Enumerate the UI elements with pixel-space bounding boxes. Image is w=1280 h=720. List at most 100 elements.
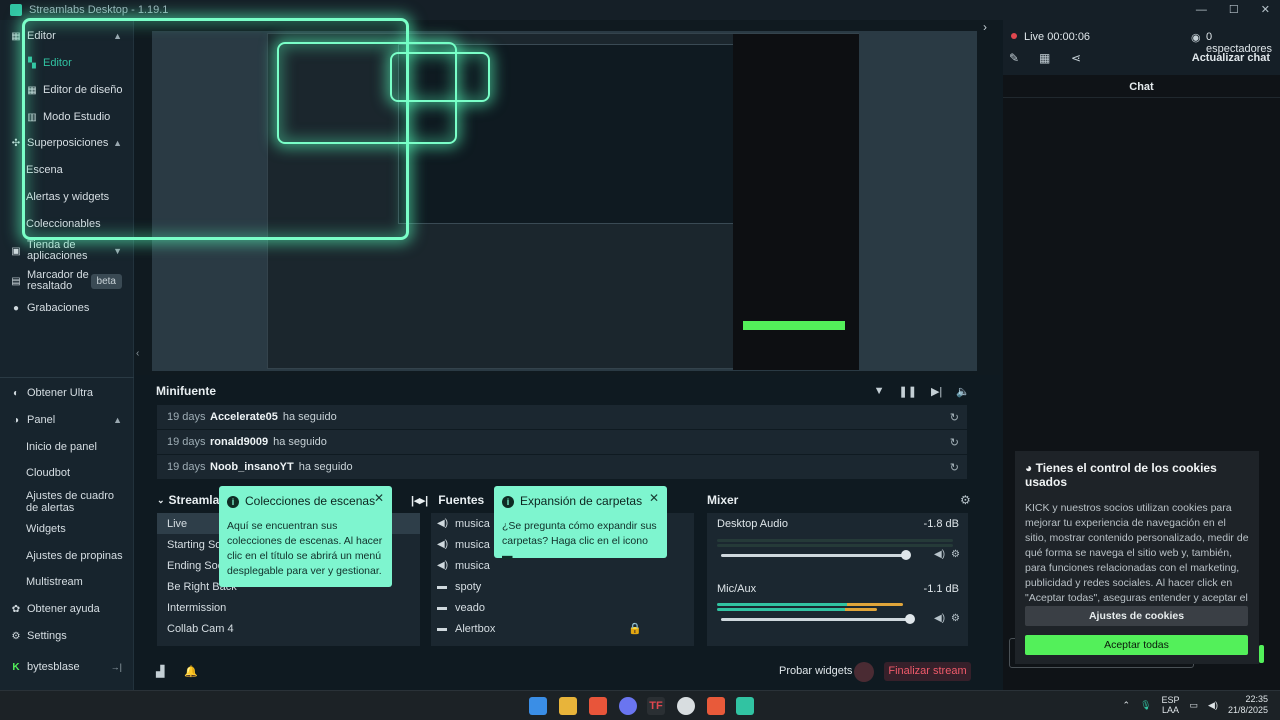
sidebar-item-studio-mode[interactable]: ▥ Modo Estudio bbox=[0, 111, 134, 123]
discord-icon[interactable] bbox=[619, 697, 637, 715]
clock[interactable]: 22:35 21/8/2025 bbox=[1228, 694, 1268, 716]
skip-icon[interactable]: ▶| bbox=[931, 385, 942, 398]
filter-icon[interactable]: ▼ bbox=[874, 385, 885, 398]
sidebar-user[interactable]: K bytesblase →| bbox=[0, 661, 134, 673]
sidebar-item-label: Multistream bbox=[26, 576, 83, 588]
sidebar-item-scene[interactable]: Escena bbox=[0, 164, 134, 176]
list-item[interactable]: ▬ Alertbox 🔒 bbox=[431, 618, 694, 639]
maximize-icon[interactable]: ☐ bbox=[1229, 0, 1239, 20]
slider-handle[interactable] bbox=[901, 550, 911, 560]
speaker-icon: ◀) bbox=[437, 560, 449, 571]
chevron-down-icon: ▼ bbox=[113, 246, 122, 256]
speaker-icon[interactable]: ◀) bbox=[934, 549, 945, 560]
collapse-left-icon[interactable]: ‹ bbox=[136, 348, 139, 359]
event-action: ha seguido bbox=[298, 461, 353, 473]
brave-beta-icon[interactable] bbox=[707, 697, 725, 715]
list-item[interactable]: Intermission bbox=[157, 597, 420, 618]
store-icon: ▣ bbox=[11, 245, 21, 257]
sidebar-item-recordings[interactable]: ● Grabaciones bbox=[0, 302, 134, 314]
repeat-icon[interactable]: ↻ bbox=[950, 461, 959, 474]
sidebar-item-help[interactable]: ✿ Obtener ayuda bbox=[0, 603, 134, 615]
sidebar-item-app-store[interactable]: ▣ Tienda de aplicaciones ▼ bbox=[0, 238, 134, 264]
sidebar-item-tip-settings[interactable]: Ajustes de propinas bbox=[0, 550, 134, 562]
list-item[interactable]: Collab Cam 4 bbox=[157, 618, 420, 639]
folder-icon: ▬ bbox=[437, 602, 447, 613]
sidebar-item-ultra[interactable]: ◐ Obtener Ultra bbox=[0, 387, 134, 399]
event-user: ronald9009 bbox=[210, 436, 269, 448]
end-stream-button[interactable]: Finalizar stream bbox=[884, 662, 971, 681]
accept-all-button[interactable]: Aceptar todas bbox=[1025, 635, 1248, 655]
file-explorer-icon[interactable] bbox=[559, 697, 577, 715]
close-icon[interactable]: ✕ bbox=[374, 491, 384, 506]
edit-icon[interactable]: ✎ bbox=[1009, 51, 1019, 65]
scene-label: Live bbox=[167, 517, 188, 530]
bell-icon[interactable]: 🔔 bbox=[184, 665, 198, 678]
mixer-panel bbox=[707, 513, 968, 646]
volume-icon[interactable]: 🔈 bbox=[956, 385, 970, 398]
tooltip-body: Aquí se encuentran sus colecciones de es… bbox=[227, 520, 383, 577]
event-row: 19 days ronald9009 ha seguido ↻ bbox=[157, 430, 967, 454]
sidebar-section-overlays[interactable]: ✣ Superposiciones ▲ bbox=[0, 137, 134, 149]
list-item[interactable]: ▬ spoty bbox=[431, 576, 694, 597]
refresh-chat-button[interactable]: Actualizar chat bbox=[1192, 52, 1270, 64]
folder-icon: ▬ bbox=[437, 581, 447, 592]
share-icon[interactable]: ⋖ bbox=[1071, 51, 1081, 65]
sidebar-item-layout-editor[interactable]: ▦ Editor de diseño bbox=[0, 84, 134, 96]
cookie-banner: ◕ Tienes el control de los cookies usado… bbox=[1015, 451, 1259, 664]
brave-icon[interactable] bbox=[589, 697, 607, 715]
obs-icon[interactable] bbox=[677, 697, 695, 715]
sidebar-item-highlighter[interactable]: ▤ Marcador de resaltado beta bbox=[0, 268, 134, 294]
sidebar-item-dashboard-home[interactable]: Inicio de panel bbox=[0, 441, 134, 453]
gear-icon[interactable]: ⚙ bbox=[951, 549, 960, 560]
lock-icon[interactable]: 🔒 bbox=[628, 622, 642, 635]
speaker-icon[interactable]: ◀) bbox=[1208, 700, 1218, 711]
minimize-icon[interactable]: — bbox=[1196, 0, 1207, 20]
stats-icon[interactable]: ▟ bbox=[156, 665, 164, 678]
collapse-right-icon[interactable]: › bbox=[983, 20, 987, 34]
close-icon[interactable]: ✕ bbox=[1261, 0, 1270, 20]
test-widgets-label[interactable]: Probar widgets bbox=[779, 665, 852, 677]
sidebar-section-editor[interactable]: ▦ Editor ▲ bbox=[0, 30, 134, 42]
sidebar-item-widgets[interactable]: Widgets bbox=[0, 523, 134, 535]
sidebar-item-editor[interactable]: ▚ Editor bbox=[0, 57, 134, 69]
mixer-settings-icon[interactable]: ⚙ bbox=[960, 493, 971, 507]
cookie-settings-button[interactable]: Ajustes de cookies bbox=[1025, 606, 1248, 626]
gallery-icon[interactable]: ▦ bbox=[1039, 51, 1050, 65]
network-icon[interactable]: ▭ bbox=[1190, 700, 1199, 711]
sidebar-item-settings[interactable]: ⚙ Settings bbox=[0, 630, 134, 642]
chat-send-button[interactable] bbox=[1259, 645, 1264, 663]
sidebar-item-alertbox-settings[interactable]: Ajustes de cuadro de alertas bbox=[0, 489, 134, 515]
streamlabs-icon[interactable] bbox=[736, 697, 754, 715]
split-icon[interactable]: |◂▸| bbox=[411, 494, 428, 507]
sidebar-item-alerts-widgets[interactable]: Alertas y widgets bbox=[0, 191, 134, 203]
speaker-icon[interactable]: ◀) bbox=[934, 613, 945, 624]
folder-expand-tooltip: i Expansión de carpetas ✕ ¿Se pregunta có… bbox=[494, 486, 667, 562]
sidebar-item-label: Marcador de resaltado bbox=[27, 269, 89, 292]
sidebar-item-cloudbot[interactable]: Cloudbot bbox=[0, 467, 134, 479]
language-indicator[interactable]: ESP LAA bbox=[1162, 695, 1180, 715]
stream-preview[interactable] bbox=[152, 31, 977, 371]
speaker-icon: ◀) bbox=[437, 518, 449, 529]
list-item[interactable]: ▬ veado bbox=[431, 597, 694, 618]
folder-icon: ▬ bbox=[437, 623, 447, 634]
sidebar-section-panel[interactable]: ◑ Panel ▲ bbox=[0, 414, 134, 426]
system-tray: ⌃ 🎙 ESP LAA ▭ ◀) 22:35 21/8/2025 bbox=[1123, 694, 1268, 716]
chevron-up-icon[interactable]: ⌃ bbox=[1123, 700, 1131, 711]
chevron-down-icon: ⌄ bbox=[157, 494, 165, 505]
volume-slider[interactable] bbox=[721, 618, 911, 621]
windows-start-icon[interactable] bbox=[529, 697, 547, 715]
pause-icon[interactable]: ❚❚ bbox=[899, 385, 917, 398]
repeat-icon[interactable]: ↻ bbox=[950, 411, 959, 424]
repeat-icon[interactable]: ↻ bbox=[950, 436, 959, 449]
logout-icon[interactable]: →| bbox=[111, 662, 122, 672]
mic-icon[interactable]: 🎙 bbox=[1140, 700, 1151, 711]
gear-icon[interactable]: ⚙ bbox=[951, 613, 960, 624]
tf-app-icon[interactable]: TF bbox=[647, 697, 665, 715]
close-icon[interactable]: ✕ bbox=[649, 491, 659, 506]
volume-slider[interactable] bbox=[721, 554, 907, 557]
panel-icon: ◑ bbox=[12, 414, 20, 426]
sidebar-item-collectibles[interactable]: Coleccionables bbox=[0, 218, 134, 230]
sidebar-item-multistream[interactable]: Multistream bbox=[0, 576, 134, 588]
slider-handle[interactable] bbox=[905, 614, 915, 624]
sidebar-section-label: Editor bbox=[27, 30, 56, 42]
